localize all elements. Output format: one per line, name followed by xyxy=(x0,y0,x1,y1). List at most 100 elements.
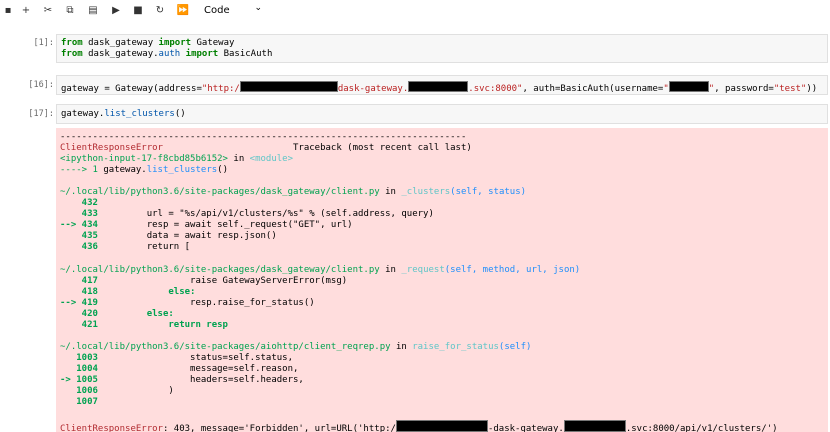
cell-prompt: [16]: xyxy=(28,80,54,90)
line-number: -> 1005 xyxy=(60,375,98,385)
error-message: .svc:8000/api/v1/clusters/') xyxy=(625,424,778,432)
line-number: 1006 xyxy=(60,386,98,396)
traceback-code-line: 432 xyxy=(60,198,98,208)
code-string: "http:/ xyxy=(201,84,240,94)
code-text: else: xyxy=(97,309,174,319)
code-line: gateway.list_clusters() xyxy=(61,109,186,119)
add-cell-icon[interactable]: + xyxy=(18,3,34,18)
traceback-code-line: 436 return [ xyxy=(60,242,190,252)
traceback-frame-header: ~/.local/lib/python3.6/site-packages/das… xyxy=(60,265,580,275)
code-attr: auth xyxy=(158,49,181,59)
line-number: 436 xyxy=(60,242,98,252)
in-word: in xyxy=(379,187,402,197)
arrow-marker: ----> 1 xyxy=(60,165,104,175)
file-path: ~/.local/lib/python3.6/site-packages/das… xyxy=(60,187,380,197)
error-output: ----------------------------------------… xyxy=(56,128,828,432)
traceback-code-line: ----> 1 gateway.list_clusters() xyxy=(60,165,228,175)
error-name: ClientResponseError xyxy=(60,424,163,432)
chevron-down-icon: ⌄ xyxy=(254,3,262,13)
code-text: , auth=BasicAuth(username= xyxy=(522,84,664,94)
traceback-code-line: 418 else: xyxy=(60,287,196,297)
code-text: , password= xyxy=(714,84,774,94)
error-message: : 403, message='Forbidden', url=URL('htt… xyxy=(162,424,396,432)
code-text: return resp xyxy=(97,320,228,330)
keyword: from xyxy=(61,38,83,48)
copy-icon[interactable]: ⧉ xyxy=(62,3,78,18)
traceback-code-line: --> 434 resp = await self._request("GET"… xyxy=(60,220,353,230)
keyword: from xyxy=(61,49,83,59)
error-message: -dask-gateway. xyxy=(487,424,564,432)
code-text: resp = await self._request("GET", url) xyxy=(97,220,353,230)
file-path: ~/.local/lib/python3.6/site-packages/das… xyxy=(60,265,380,275)
code-line: gateway = Gateway(address="http:/ dask-ga… xyxy=(61,80,817,94)
in-word: in xyxy=(379,265,402,275)
code-attr: list_clusters xyxy=(104,109,175,119)
traceback-code-line: 1007 xyxy=(60,397,98,407)
traceback-location: <ipython-input-17-f8cbd85b6152> in <modu… xyxy=(60,154,293,164)
code-text: else: xyxy=(97,287,196,297)
code-text: data = await resp.json() xyxy=(97,231,277,241)
cut-icon[interactable]: ✂ xyxy=(40,3,56,18)
traceback-code-line: 1003 status=self.status, xyxy=(60,353,293,363)
redaction-box xyxy=(668,81,709,92)
paste-icon[interactable]: ▤ xyxy=(85,3,101,18)
code-text: url = "%s/api/v1/clusters/%s" % (self.ad… xyxy=(97,209,434,219)
traceback-header: ClientResponseError Traceback (most rece… xyxy=(60,143,472,153)
function-args: (self, method, url, json) xyxy=(444,265,581,275)
traceback-code-line: 435 data = await resp.json() xyxy=(60,231,277,241)
code-line: from dask_gateway.auth import BasicAuth xyxy=(61,49,272,59)
line-number: 432 xyxy=(60,198,98,208)
code-text: status=self.status, xyxy=(97,353,294,363)
in-word: in xyxy=(390,342,413,352)
traceback-code-line: -> 1005 headers=self.headers, xyxy=(60,375,304,385)
save-icon[interactable]: ▪ xyxy=(0,3,16,18)
line-number: --> 434 xyxy=(60,220,98,230)
traceback-separator: ----------------------------------------… xyxy=(60,132,467,142)
function-name: _request xyxy=(401,265,445,275)
redaction-box xyxy=(408,81,469,92)
cell-prompt: [1]: xyxy=(33,38,54,48)
line-number: 420 xyxy=(60,309,98,319)
code-text: () xyxy=(174,109,186,119)
code-text: return [ xyxy=(97,242,191,252)
code-text: ) xyxy=(97,386,174,396)
function-name: _clusters xyxy=(401,187,451,197)
input-ref: <ipython-input-17-f8cbd85b6152> xyxy=(60,154,228,164)
line-number: 1007 xyxy=(60,397,98,407)
code-cell-input[interactable]: gateway = Gateway(address="http:/ dask-ga… xyxy=(56,75,828,95)
in-word: in xyxy=(227,154,250,164)
traceback-label: Traceback (most recent call last) xyxy=(162,143,472,153)
redaction-box xyxy=(395,420,488,432)
code-line: from dask_gateway import Gateway xyxy=(61,38,234,48)
line-number: 435 xyxy=(60,231,98,241)
stop-icon[interactable]: ■ xyxy=(130,3,146,18)
code-text: headers=self.headers, xyxy=(97,375,304,385)
code-text: BasicAuth xyxy=(218,49,273,59)
code-string: dask-gateway. xyxy=(337,84,409,94)
code-text: raise GatewayServerError(msg) xyxy=(97,276,348,286)
cell-type-label: Code xyxy=(204,5,230,16)
code-text: Gateway xyxy=(191,38,235,48)
code-cell-input[interactable]: gateway.list_clusters() xyxy=(56,104,828,124)
traceback-frame-header: ~/.local/lib/python3.6/site-packages/das… xyxy=(60,187,526,197)
keyword: import xyxy=(158,38,192,48)
function-args: (self, status) xyxy=(450,187,527,197)
run-all-icon[interactable]: ⏩ xyxy=(175,3,191,18)
line-number: 1003 xyxy=(60,353,98,363)
code-text: resp.raise_for_status() xyxy=(97,298,315,308)
function-name: raise_for_status xyxy=(412,342,499,352)
code-text: dask_gateway xyxy=(82,38,159,48)
run-icon[interactable]: ▶ xyxy=(108,3,124,18)
restart-icon[interactable]: ↻ xyxy=(152,3,168,18)
traceback-code-line: 1006 ) xyxy=(60,386,174,396)
code-cell-input[interactable]: from dask_gateway import Gateway from da… xyxy=(56,34,828,63)
code-text: )) xyxy=(806,84,818,94)
line-number: 417 xyxy=(60,276,98,286)
line-number: 1004 xyxy=(60,364,98,374)
code-text: gateway. xyxy=(61,109,105,119)
redaction-box xyxy=(239,81,338,92)
traceback-code-line: 417 raise GatewayServerError(msg) xyxy=(60,276,348,286)
cell-type-select[interactable]: Code ⌄ xyxy=(200,3,262,18)
keyword: import xyxy=(185,49,219,59)
error-name: ClientResponseError xyxy=(60,143,163,153)
